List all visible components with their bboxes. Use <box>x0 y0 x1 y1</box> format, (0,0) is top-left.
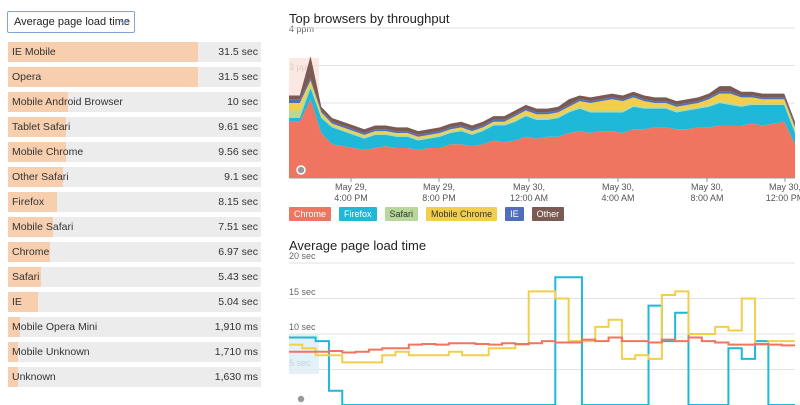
browser-value: 1,910 ms <box>214 321 258 333</box>
browser-name: Mobile Android Browser <box>12 96 123 108</box>
browser-name: Other Safari <box>12 171 69 183</box>
browser-row[interactable]: IE 5.04 sec <box>8 292 261 312</box>
browser-value: 31.5 sec <box>218 46 258 58</box>
metric-select-value: Average page load time <box>14 16 130 28</box>
line-series-chrome <box>289 336 795 354</box>
browser-row[interactable]: Tablet Safari 9.61 sec <box>8 117 261 137</box>
browser-row[interactable]: Mobile Chrome 9.56 sec <box>8 142 261 162</box>
throughput-legend: Chrome Firefox Safari Mobile Chrome IE Other <box>289 207 565 221</box>
legend-item[interactable]: Firefox <box>339 207 377 221</box>
browser-value: 9.1 sec <box>224 171 258 183</box>
browser-row[interactable]: Mobile Android Browser 10 sec <box>8 92 261 112</box>
browser-name: IE <box>12 296 22 308</box>
marker-dot <box>296 394 306 404</box>
x-tick-label: May 30, 4:00 AM <box>601 182 635 203</box>
chevron-down-icon <box>119 19 129 25</box>
legend-item[interactable]: Mobile Chrome <box>426 207 498 221</box>
browser-row[interactable]: Mobile Safari 7.51 sec <box>8 217 261 237</box>
browser-value: 8.15 sec <box>218 196 258 208</box>
legend-item[interactable]: IE <box>505 207 524 221</box>
browser-value: 5.04 sec <box>218 296 258 308</box>
browser-row[interactable]: Mobile Opera Mini 1,910 ms <box>8 317 261 337</box>
browser-name: Tablet Safari <box>12 121 71 133</box>
browser-value: 31.5 sec <box>218 71 258 83</box>
throughput-chart <box>289 27 795 182</box>
browser-name: Chrome <box>12 246 50 258</box>
browser-value: 10 sec <box>227 96 258 108</box>
browser-value: 5.43 sec <box>218 271 258 283</box>
x-tick-label: May 29, 4:00 PM <box>334 182 368 203</box>
browser-row[interactable]: Safari 5.43 sec <box>8 267 261 287</box>
browser-list: IE Mobile 31.5 sec Opera 31.5 sec Mobile And… <box>8 42 261 392</box>
browser-row[interactable]: Opera 31.5 sec <box>8 67 261 87</box>
browser-row[interactable]: Firefox 8.15 sec <box>8 192 261 212</box>
x-tick-label: May 30, 12:00 AM <box>509 182 549 203</box>
browser-value: 9.56 sec <box>218 146 258 158</box>
browser-name: Mobile Chrome <box>12 146 84 158</box>
loadtime-chart <box>289 262 795 405</box>
browser-name: Firefox <box>12 196 45 208</box>
legend-item[interactable]: Safari <box>384 207 419 221</box>
x-tick-label: May 30, 8:00 AM <box>690 182 724 203</box>
x-tick-label: May 29, 8:00 PM <box>422 182 456 203</box>
browser-row[interactable]: Unknown 1,630 ms <box>8 367 261 387</box>
browser-name: Opera <box>12 71 42 83</box>
browser-name: Mobile Safari <box>12 221 74 233</box>
browser-name: Unknown <box>12 371 56 383</box>
browser-row[interactable]: IE Mobile 31.5 sec <box>8 42 261 62</box>
browser-row[interactable]: Chrome 6.97 sec <box>8 242 261 262</box>
metric-select[interactable]: Average page load time <box>7 11 135 33</box>
browser-value: 6.97 sec <box>218 246 258 258</box>
browser-value: 7.51 sec <box>218 221 258 233</box>
legend-item[interactable]: Chrome <box>289 207 332 221</box>
marker-dot <box>296 165 306 175</box>
browser-row[interactable]: Mobile Unknown 1,710 ms <box>8 342 261 362</box>
legend-item[interactable]: Other <box>531 207 565 221</box>
browser-row[interactable]: Other Safari 9.1 sec <box>8 167 261 187</box>
browser-value: 1,710 ms <box>214 346 258 358</box>
x-tick-label: May 30, 12:00 PM <box>765 182 800 203</box>
browser-name: Mobile Opera Mini <box>12 321 98 333</box>
highlight-region <box>289 334 319 374</box>
browser-value: 1,630 ms <box>214 371 258 383</box>
browser-name: Mobile Unknown <box>12 346 90 358</box>
browser-value: 9.61 sec <box>218 121 258 133</box>
browser-name: IE Mobile <box>12 46 56 58</box>
browser-name: Safari <box>12 271 40 283</box>
